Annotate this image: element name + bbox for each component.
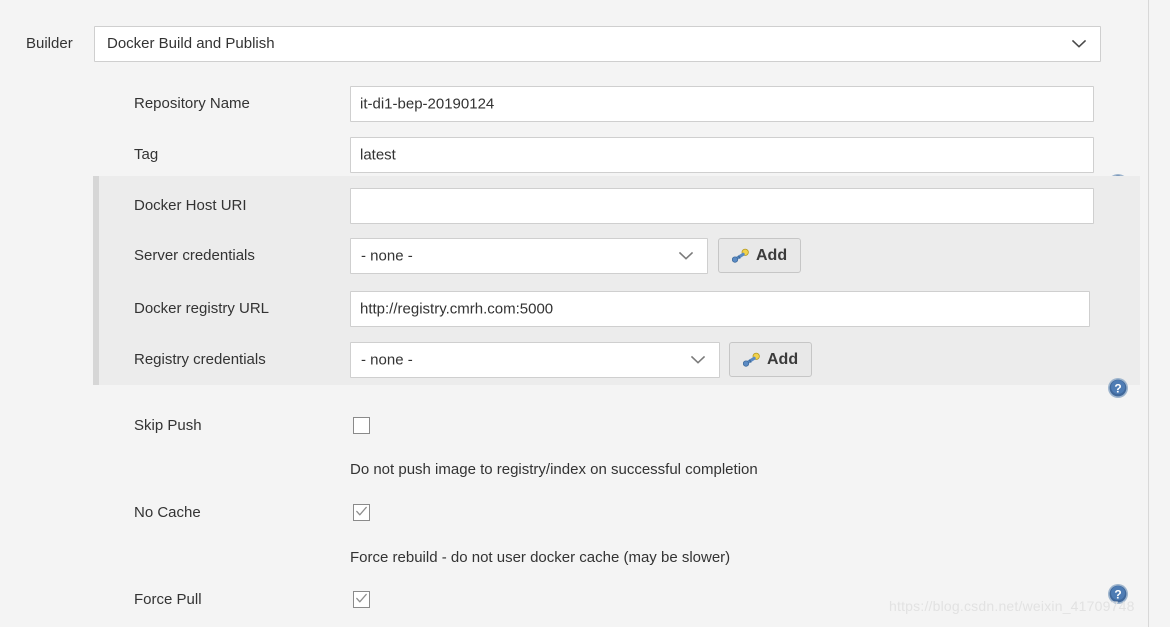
- chevron-down-icon: [1072, 39, 1086, 49]
- registry-credentials-row: Registry credentials - none - Add: [0, 342, 1148, 378]
- force-pull-label: Force Pull: [134, 591, 202, 608]
- repository-name-value: it-di1-bep-20190124: [360, 95, 495, 113]
- registry-credentials-select[interactable]: - none -: [350, 342, 720, 378]
- docker-host-uri-input[interactable]: [350, 188, 1094, 224]
- tag-row: Tag latest: [0, 137, 1148, 173]
- add-registry-credentials-button[interactable]: Add: [729, 342, 813, 377]
- server-credentials-label: Server credentials: [134, 247, 255, 264]
- repository-name-row: Repository Name it-di1-bep-20190124 ?: [0, 86, 1148, 194]
- key-icon: [743, 352, 761, 368]
- skip-push-checkbox[interactable]: [353, 417, 370, 434]
- force-pull-checkbox[interactable]: [353, 591, 370, 608]
- docker-registry-url-label: Docker registry URL: [134, 300, 270, 317]
- add-server-credentials-button[interactable]: Add: [718, 238, 802, 273]
- docker-registry-url-value: http://registry.cmrh.com:5000: [360, 300, 554, 318]
- jenkins-build-config-page: Builder Docker Build and Publish Reposit…: [0, 0, 1170, 627]
- help-icon-docker-host-uri[interactable]: ?: [1107, 377, 1129, 399]
- checkmark-icon: [355, 505, 368, 518]
- tag-value: latest: [360, 146, 396, 164]
- registry-credentials-value: - none -: [361, 351, 413, 369]
- server-credentials-select[interactable]: - none -: [350, 238, 708, 274]
- tag-input[interactable]: latest: [350, 137, 1094, 173]
- repository-name-label: Repository Name: [134, 95, 250, 112]
- builder-selected-value: Docker Build and Publish: [107, 35, 275, 52]
- svg-text:?: ?: [1114, 381, 1121, 395]
- page-outer-margin: [1149, 0, 1170, 627]
- chevron-down-icon: [691, 355, 705, 365]
- docker-host-uri-row: Docker Host URI ?: [0, 188, 1148, 398]
- builder-select[interactable]: Docker Build and Publish: [94, 26, 1101, 62]
- tag-label: Tag: [134, 146, 159, 163]
- builder-row: Builder Docker Build and Publish: [0, 26, 1148, 64]
- add-registry-credentials-label: Add: [767, 350, 799, 368]
- docker-registry-url-row: Docker registry URL http://registry.cmrh…: [0, 291, 1148, 604]
- server-credentials-value: - none -: [361, 247, 413, 265]
- registry-credentials-label: Registry credentials: [134, 351, 266, 368]
- checkmark-icon: [355, 592, 368, 605]
- skip-push-row: Skip Push: [0, 417, 1148, 437]
- builder-label: Builder: [26, 35, 73, 52]
- force-pull-row: Force Pull: [0, 591, 1148, 611]
- no-cache-checkbox[interactable]: [353, 504, 370, 521]
- skip-push-description: Do not push image to registry/index on s…: [350, 461, 758, 478]
- docker-registry-url-input[interactable]: http://registry.cmrh.com:5000: [350, 291, 1090, 327]
- no-cache-label: No Cache: [134, 504, 201, 521]
- skip-push-label: Skip Push: [134, 417, 202, 434]
- add-server-credentials-label: Add: [756, 246, 788, 264]
- docker-host-uri-label: Docker Host URI: [134, 197, 247, 214]
- server-credentials-row: Server credentials - none - Add: [0, 238, 1148, 274]
- no-cache-description: Force rebuild - do not user docker cache…: [350, 549, 731, 566]
- no-cache-row: No Cache: [0, 504, 1148, 524]
- chevron-down-icon: [679, 251, 693, 261]
- key-icon: [732, 248, 750, 264]
- repository-name-input[interactable]: it-di1-bep-20190124: [350, 86, 1094, 122]
